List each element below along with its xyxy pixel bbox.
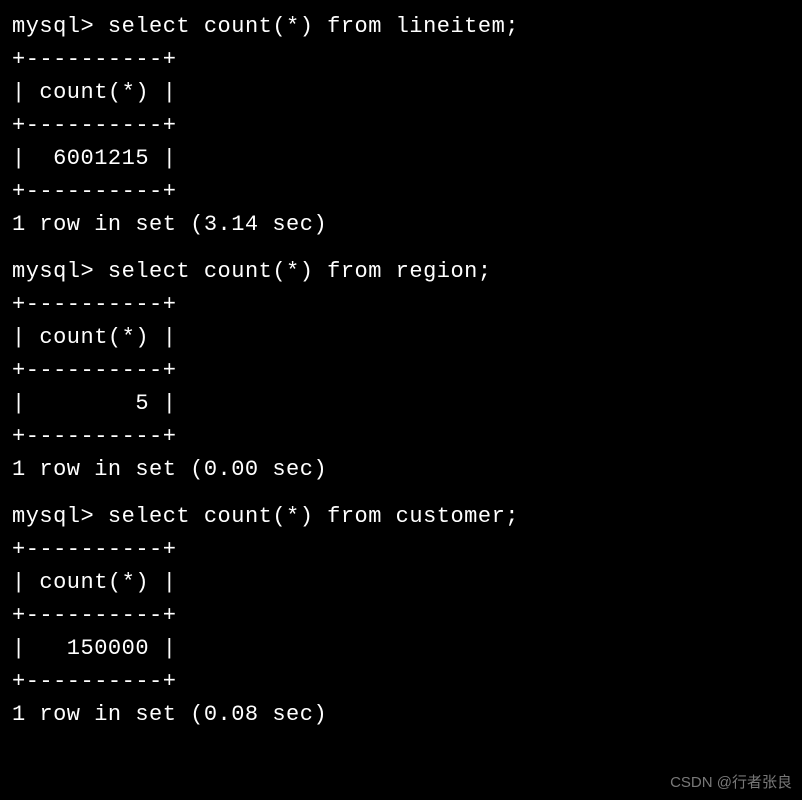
table-border-top: +----------+: [12, 43, 790, 76]
result-summary: 1 row in set (3.14 sec): [12, 208, 790, 241]
prompt-line[interactable]: mysql> select count(*) from lineitem;: [12, 10, 790, 43]
table-row: | 6001215 |: [12, 142, 790, 175]
query-block-region: mysql> select count(*) from region; +---…: [12, 255, 790, 486]
sql-command: select count(*) from lineitem;: [108, 14, 519, 39]
table-header: | count(*) |: [12, 566, 790, 599]
table-row: | 5 |: [12, 387, 790, 420]
table-border-mid: +----------+: [12, 109, 790, 142]
table-header: | count(*) |: [12, 76, 790, 109]
table-border-top: +----------+: [12, 533, 790, 566]
table-border-mid: +----------+: [12, 599, 790, 632]
prompt-line[interactable]: mysql> select count(*) from region;: [12, 255, 790, 288]
table-row: | 150000 |: [12, 632, 790, 665]
table-border-mid: +----------+: [12, 354, 790, 387]
watermark-text: CSDN @行者张良: [670, 772, 792, 795]
prompt-line[interactable]: mysql> select count(*) from customer;: [12, 500, 790, 533]
table-border-bottom: +----------+: [12, 420, 790, 453]
sql-command: select count(*) from region;: [108, 259, 492, 284]
table-border-top: +----------+: [12, 288, 790, 321]
mysql-prompt: mysql>: [12, 259, 94, 284]
table-border-bottom: +----------+: [12, 665, 790, 698]
query-block-customer: mysql> select count(*) from customer; +-…: [12, 500, 790, 731]
mysql-prompt: mysql>: [12, 504, 94, 529]
result-summary: 1 row in set (0.08 sec): [12, 698, 790, 731]
result-summary: 1 row in set (0.00 sec): [12, 453, 790, 486]
table-border-bottom: +----------+: [12, 175, 790, 208]
table-header: | count(*) |: [12, 321, 790, 354]
mysql-prompt: mysql>: [12, 14, 94, 39]
sql-command: select count(*) from customer;: [108, 504, 519, 529]
query-block-lineitem: mysql> select count(*) from lineitem; +-…: [12, 10, 790, 241]
